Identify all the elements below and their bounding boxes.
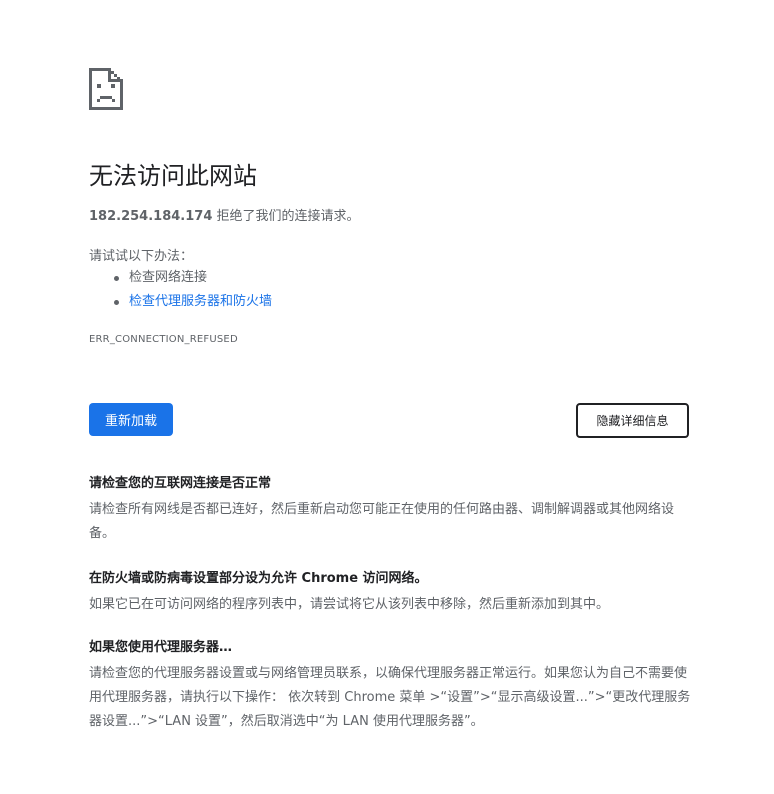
details-section-internet: 请检查您的互联网连接是否正常 请检查所有网线是否都已连好，然后重新启动您可能正在… bbox=[89, 470, 693, 546]
details-section-proxy: 如果您使用代理服务器… 请检查您的代理服务器设置或与网络管理员联系，以确保代理服… bbox=[89, 634, 693, 734]
details-section-firewall: 在防火墙或防病毒设置部分设为允许 Chrome 访问网络。 如果它已在可访问网络… bbox=[89, 565, 693, 617]
suggestion-label: 检查网络连接 bbox=[129, 270, 208, 285]
details-body: 请检查所有网线是否都已连好，然后重新启动您可能正在使用的任何路由器、调制解调器或… bbox=[89, 502, 675, 541]
error-code: ERR_CONNECTION_REFUSED bbox=[89, 334, 238, 345]
refused-message: 182.254.184.174 拒绝了我们的连接请求。 bbox=[89, 205, 360, 224]
refused-text: 拒绝了我们的连接请求。 bbox=[212, 209, 360, 224]
check-proxy-firewall-link[interactable]: 检查代理服务器和防火墙 bbox=[129, 294, 272, 309]
details-heading: 如果您使用代理服务器… bbox=[89, 640, 233, 655]
bullet-icon bbox=[114, 300, 119, 305]
details-body: 请检查您的代理服务器设置或与网络管理员联系，以确保代理服务器正常运行。如果您认为… bbox=[89, 666, 691, 729]
host-address: 182.254.184.174 bbox=[89, 209, 213, 224]
details-body: 如果它已在可访问网络的程序列表中，请尝试将它从该列表中移除，然后重新添加到其中。 bbox=[89, 597, 610, 612]
reload-button[interactable]: 重新加载 bbox=[89, 403, 173, 436]
suggestion-check-connection: 检查网络连接 bbox=[114, 266, 272, 290]
details-heading: 在防火墙或防病毒设置部分设为允许 Chrome 访问网络。 bbox=[89, 571, 428, 586]
details-heading: 请检查您的互联网连接是否正常 bbox=[89, 476, 272, 491]
suggestions-list: 检查网络连接 检查代理服务器和防火墙 bbox=[89, 266, 272, 314]
page-title: 无法访问此网站 bbox=[89, 162, 257, 190]
sad-page-icon bbox=[89, 68, 123, 110]
hide-details-button[interactable]: 隐藏详细信息 bbox=[576, 403, 689, 438]
suggestions-label: 请试试以下办法： bbox=[89, 249, 194, 264]
suggestion-check-proxy-firewall: 检查代理服务器和防火墙 bbox=[114, 290, 272, 314]
bullet-icon bbox=[114, 276, 119, 281]
